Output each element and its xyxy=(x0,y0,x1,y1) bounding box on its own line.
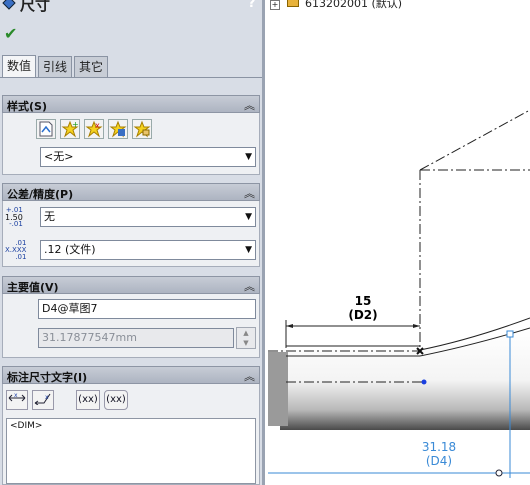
d4-dimension-label[interactable]: 31.18 (D4) xyxy=(416,440,462,468)
parentheses-button[interactable]: (xx) xyxy=(76,390,100,410)
feature-tree-root-label: 613202001 (默认) xyxy=(305,0,403,10)
dimension-text-section-label: 标注尺寸文字(I) xyxy=(7,371,88,384)
dimension-text-area[interactable]: <DIM> xyxy=(6,418,256,484)
tolerance-section-label: 公差/精度(P) xyxy=(7,188,74,201)
svg-text:+: + xyxy=(72,120,79,129)
value-spinner[interactable]: ▲ ▼ xyxy=(236,327,256,349)
tab-leaders[interactable]: 引线 xyxy=(38,56,73,77)
tolerance-section-header[interactable]: 公差/精度(P) ︽ xyxy=(2,183,260,201)
precision-combo[interactable]: .12 (文件) ▼ xyxy=(40,240,256,260)
svg-text:x: x xyxy=(95,121,100,130)
tab-value[interactable]: 数值 xyxy=(2,55,37,78)
dropdown-arrow-icon: ▼ xyxy=(245,245,252,255)
d2-arrow-left xyxy=(286,324,293,328)
collapse-chevron-icon[interactable]: ︽ xyxy=(244,185,255,201)
shaft-body xyxy=(280,330,530,430)
style-combo[interactable]: <无> ▼ xyxy=(40,147,256,167)
dropdown-arrow-icon: ▼ xyxy=(245,212,252,222)
style-combo-value: <无> xyxy=(44,150,74,163)
help-button[interactable]: ? xyxy=(248,0,256,11)
d2-dimension-label[interactable]: 15 (D2) xyxy=(348,294,378,322)
tab-other[interactable]: 其它 xyxy=(74,56,109,77)
inspection-button[interactable]: (xx) xyxy=(104,390,128,410)
collapse-chevron-icon[interactable]: ︽ xyxy=(244,368,255,384)
delete-style-star-icon[interactable]: x xyxy=(84,119,104,139)
d4-name: (D4) xyxy=(425,454,453,468)
panel-titlebar: 尺寸 ? xyxy=(0,0,262,16)
property-manager-panel: 尺寸 ? ✔ 数值 引线 其它 样式(S) ︽ + x <无> ▼ 公差/精度(… xyxy=(0,0,265,485)
ok-checkmark-button[interactable]: ✔ xyxy=(4,24,17,43)
expand-plus-icon[interactable]: + xyxy=(270,0,280,10)
part-cube-icon xyxy=(286,0,299,7)
drawing-canvas[interactable]: 15 (D2) 31.18 (D4) xyxy=(266,0,530,485)
style-section-header[interactable]: 样式(S) ︽ xyxy=(2,95,260,113)
shaft-left-flange xyxy=(268,352,288,426)
d2-value: 15 xyxy=(354,294,372,308)
tab-divider xyxy=(0,77,262,78)
style-section-label: 样式(S) xyxy=(7,100,47,113)
dimension-value-field[interactable]: 31.17877547mm xyxy=(38,328,234,348)
save-style-icon[interactable] xyxy=(108,119,128,139)
dimension-text-section-header[interactable]: 标注尺寸文字(I) ︽ xyxy=(2,366,260,384)
load-style-icon[interactable] xyxy=(132,119,152,139)
svg-text:x: x xyxy=(14,392,18,399)
apply-style-button[interactable] xyxy=(36,119,56,139)
dimension-name-field[interactable]: D4@草图7 xyxy=(38,299,256,319)
center-text-button[interactable]: x xyxy=(6,390,28,410)
d4-value: 31.18 xyxy=(421,440,457,454)
offset-arrows-icon: x xyxy=(34,393,51,406)
primary-value-section-label: 主要值(V) xyxy=(7,281,59,294)
drawing-svg xyxy=(268,109,530,478)
center-arrows-icon: x xyxy=(8,392,26,402)
feature-tree-root[interactable]: + 613202001 (默认) xyxy=(270,0,402,11)
d2-name: (D2) xyxy=(348,308,378,322)
collapse-chevron-icon[interactable]: ︽ xyxy=(244,97,255,113)
add-style-star-icon[interactable]: + xyxy=(60,119,80,139)
svg-text:x: x xyxy=(45,394,49,401)
panel-title: 尺寸 xyxy=(20,0,51,14)
d4-grip-handle xyxy=(506,330,514,338)
collapse-chevron-icon[interactable]: ︽ xyxy=(244,278,255,294)
tol-icon-bot: -.01 xyxy=(9,220,23,228)
tolerance-type-value: 无 xyxy=(44,210,55,223)
centerline-point xyxy=(421,379,427,385)
d4-endpoint-handle xyxy=(495,469,503,477)
tolerance-type-combo[interactable]: 无 ▼ xyxy=(40,207,256,227)
primary-value-section-header[interactable]: 主要值(V) ︽ xyxy=(2,276,260,294)
dimension-icon xyxy=(2,0,16,10)
prec-icon-bot: .01 xyxy=(15,253,27,261)
tolerance-type-icon: +.01 1.50 -.01 xyxy=(5,207,23,228)
d2-arrow-right xyxy=(413,324,420,328)
offset-text-button[interactable]: x xyxy=(32,390,54,410)
panel-tabs: 数值 引线 其它 xyxy=(2,55,110,78)
dropdown-arrow-icon: ▼ xyxy=(245,152,252,162)
construction-line-diagonal xyxy=(419,109,530,171)
precision-icon: .01 X.XXX .01 xyxy=(5,240,26,261)
precision-value: .12 (文件) xyxy=(44,243,96,256)
